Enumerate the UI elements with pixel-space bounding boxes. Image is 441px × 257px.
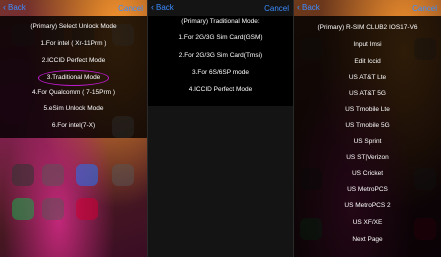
- back-label: Back: [302, 3, 320, 12]
- menu-item[interactable]: Edit Iccid: [294, 57, 441, 67]
- action-menu: (Primary) Traditional Mode: 1.For 2G/3G …: [148, 16, 293, 106]
- nav-bar: ‹ Back Cancel: [148, 0, 293, 16]
- selection-highlight: 3.Traditional Mode: [37, 70, 110, 86]
- menu-item[interactable]: 6.For intel(7-X): [0, 121, 147, 131]
- action-menu: (Primary) R-SIM CLUB2 IOS17-V6 Input Ims…: [294, 16, 441, 257]
- menu-item[interactable]: Next Page: [294, 235, 441, 245]
- cancel-button[interactable]: Cancel: [264, 4, 289, 13]
- menu-item-selected[interactable]: 3.Traditional Mode: [0, 70, 147, 86]
- menu-item[interactable]: 2.For 2G/3G Sim Card(Tmsi): [148, 51, 293, 61]
- menu-item[interactable]: 4.For Qualcomm ( 7-15Prm ): [0, 88, 147, 98]
- menu-item[interactable]: 5.eSim Unlock Mode: [0, 104, 147, 114]
- menu-item[interactable]: US Tmobile 5G: [294, 121, 441, 131]
- back-button[interactable]: ‹ Back: [151, 2, 174, 12]
- menu-item[interactable]: US Tmobile Lte: [294, 105, 441, 115]
- back-label: Back: [156, 3, 174, 12]
- menu-item[interactable]: 1.For 2G/3G Sim Card(GSM): [148, 33, 293, 43]
- menu-item[interactable]: US MetroPCS 2: [294, 201, 441, 211]
- menu-item[interactable]: US AT&T 5G: [294, 89, 441, 99]
- menu-item[interactable]: US Sprint: [294, 137, 441, 147]
- action-menu: (Primary) Select Unlock Mode 1.For intel…: [0, 16, 147, 138]
- back-button[interactable]: ‹ Back: [297, 2, 320, 12]
- rsim-carrier-screen: ‹ Back Cancel (Primary) R-SIM CLUB2 IOS17…: [294, 0, 441, 257]
- nav-bar: ‹ Back Cancel: [0, 0, 147, 16]
- menu-item[interactable]: US Cricket: [294, 169, 441, 179]
- cancel-button[interactable]: Cancel: [118, 4, 143, 13]
- menu-item[interactable]: 3.For 6S/6SP mode: [148, 68, 293, 78]
- back-label: Back: [8, 3, 26, 12]
- menu-item[interactable]: 4.ICCID Perfect Mode: [148, 85, 293, 95]
- chevron-left-icon: ‹: [297, 2, 300, 12]
- menu-item[interactable]: Input Imsi: [294, 40, 441, 50]
- traditional-mode-screen: ‹ Back Cancel (Primary) Traditional Mode:…: [148, 0, 293, 257]
- menu-item[interactable]: 2.ICCID Perfect Mode: [0, 56, 147, 66]
- back-button[interactable]: ‹ Back: [3, 2, 26, 12]
- chevron-left-icon: ‹: [151, 2, 154, 12]
- menu-title: (Primary) Traditional Mode:: [181, 18, 260, 25]
- menu-item[interactable]: US AT&T Lte: [294, 73, 441, 83]
- menu-item[interactable]: 1.For intel ( Xr-11Prm ): [0, 39, 147, 49]
- cancel-button[interactable]: Cancel: [412, 4, 437, 13]
- chevron-left-icon: ‹: [3, 2, 6, 12]
- menu-item[interactable]: US ST|Verizon: [294, 153, 441, 163]
- menu-item[interactable]: US MetroPCS: [294, 185, 441, 195]
- menu-title: (Primary) Select Unlock Mode: [30, 23, 117, 30]
- menu-item[interactable]: US XF/XE: [294, 218, 441, 228]
- nav-bar: ‹ Back Cancel: [294, 0, 441, 16]
- menu-title: (Primary) R-SIM CLUB2 IOS17-V6: [317, 24, 418, 31]
- unlock-mode-screen: ‹ Back Cancel (Primary) Select Unlock Mod…: [0, 0, 147, 257]
